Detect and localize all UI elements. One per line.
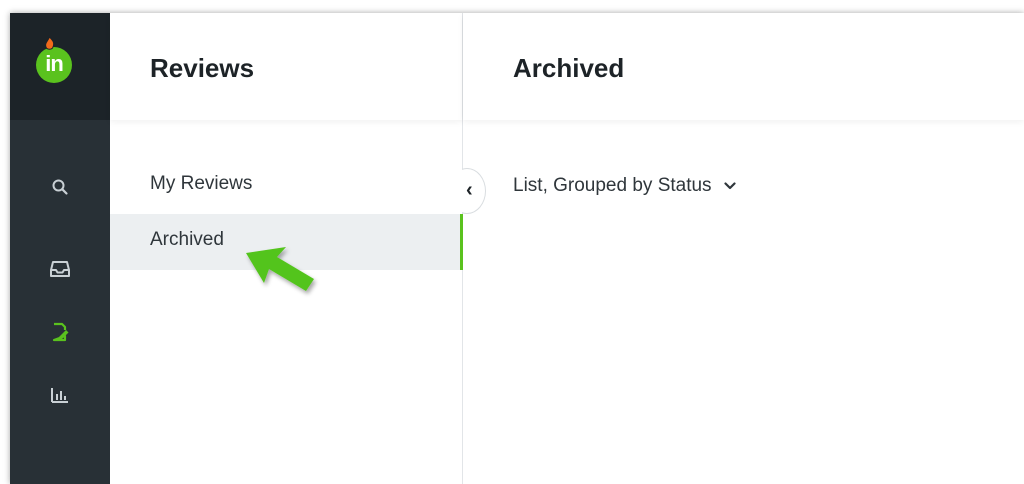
sidebar-item-label: My Reviews [150, 173, 253, 194]
main-header: Archived [463, 13, 1024, 120]
view-selector-label: List, Grouped by Status [513, 175, 712, 196]
view-selector-dropdown[interactable]: List, Grouped by Status [513, 175, 736, 197]
pointer-arrow-icon [246, 247, 314, 291]
chevron-down-icon [723, 182, 736, 190]
sidebar-header: Reviews [110, 13, 462, 120]
app-window: in Reviews My Reviews Archived Archived … [10, 13, 1024, 484]
flame-icon [45, 37, 55, 50]
page-title: Archived [513, 53, 625, 83]
inbox-icon[interactable] [50, 259, 70, 279]
app-logo[interactable]: in [36, 47, 72, 83]
search-icon[interactable] [50, 177, 70, 197]
chevron-left-icon: ‹ [466, 179, 473, 201]
main-content: Archived List, Grouped by Status [463, 13, 1024, 484]
sidebar-item-label: Archived [150, 229, 224, 250]
reports-icon[interactable] [50, 385, 70, 405]
sidebar-title: Reviews [150, 53, 255, 83]
icon-rail: in [10, 13, 110, 484]
reviews-icon[interactable] [50, 322, 70, 342]
rail-logo-area: in [10, 13, 110, 120]
sidebar-item-my-reviews[interactable]: My Reviews [110, 158, 462, 214]
